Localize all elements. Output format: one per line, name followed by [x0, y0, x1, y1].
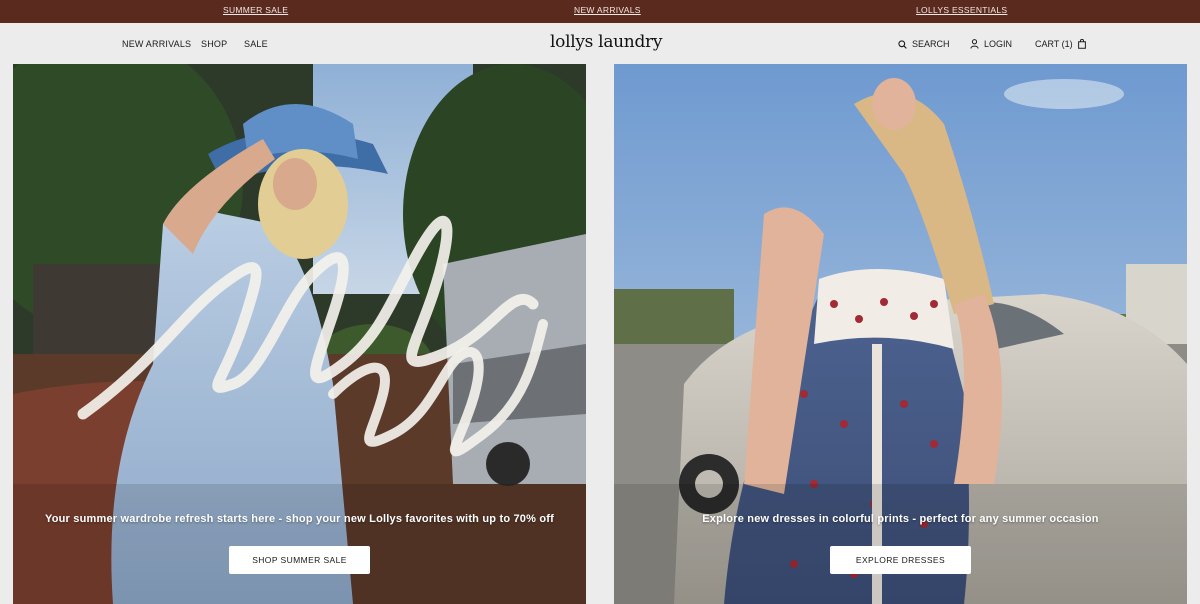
search-icon — [898, 39, 907, 49]
nav-new-arrivals[interactable]: NEW ARRIVALS — [122, 39, 191, 49]
shopping-bag-icon — [1077, 39, 1086, 49]
search-button[interactable]: SEARCH — [898, 39, 950, 49]
cart-button[interactable]: CART (1) — [1035, 39, 1086, 49]
explore-dresses-button[interactable]: EXPLORE DRESSES — [830, 546, 971, 574]
hero-panel-dresses[interactable]: Explore new dresses in colorful prints -… — [614, 64, 1187, 604]
nav-sale[interactable]: SALE — [244, 39, 268, 49]
nav-shop[interactable]: SHOP — [201, 39, 227, 49]
announcement-link-summer-sale[interactable]: SUMMER SALE — [223, 5, 288, 15]
hero-left-tagline: Your summer wardrobe refresh starts here… — [44, 513, 555, 525]
announcement-bar: SUMMER SALE NEW ARRIVALS LOLLYS ESSENTIA… — [0, 0, 1200, 23]
site-header: NEW ARRIVALS SHOP SALE lollys laundry SE… — [0, 23, 1200, 64]
cart-label: CART (1) — [1035, 39, 1073, 49]
hero-right-tagline: Explore new dresses in colorful prints -… — [702, 513, 1099, 525]
shop-summer-sale-button[interactable]: SHOP SUMMER SALE — [229, 546, 370, 574]
hero-panel-summer-sale[interactable]: Your summer wardrobe refresh starts here… — [13, 64, 586, 604]
search-label: SEARCH — [912, 39, 950, 49]
login-label: LOGIN — [984, 39, 1013, 49]
user-icon — [970, 39, 979, 49]
announcement-link-essentials[interactable]: LOLLYS ESSENTIALS — [916, 5, 1007, 15]
announcement-link-new-arrivals[interactable]: NEW ARRIVALS — [574, 5, 641, 15]
login-button[interactable]: LOGIN — [970, 39, 1012, 49]
site-logo[interactable]: lollys laundry — [550, 32, 662, 52]
